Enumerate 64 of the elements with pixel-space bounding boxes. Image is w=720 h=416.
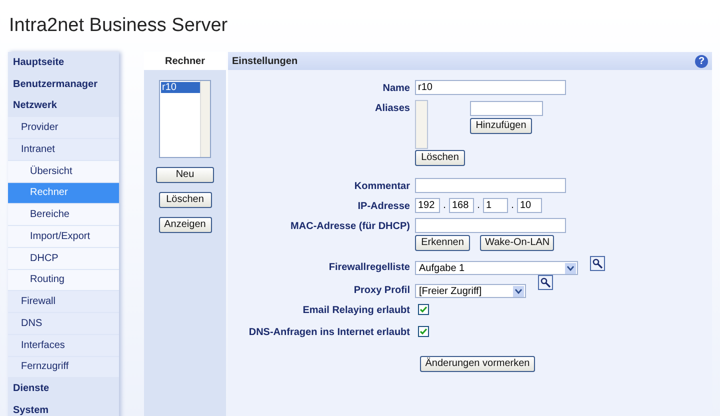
sidebar-item[interactable]: Firewall	[8, 291, 119, 312]
input-field[interactable]	[415, 218, 566, 233]
input-field[interactable]	[470, 101, 543, 116]
input-field[interactable]: r10	[415, 80, 566, 95]
field-label: IP-Adresse	[356, 200, 411, 214]
sidebar-item[interactable]: Bereiche	[8, 204, 119, 225]
sidebar-item[interactable]: System	[8, 400, 119, 416]
sidebar-item[interactable]: DHCP	[8, 248, 119, 268]
alias-list[interactable]	[415, 100, 428, 149]
button[interactable]: Änderungen vormerken	[420, 356, 535, 372]
sidebar-item[interactable]: Dienste	[8, 378, 119, 399]
sidebar-item[interactable]: Netzwerk	[8, 96, 119, 116]
sidebar-item[interactable]: Hauptseite	[8, 52, 119, 73]
list-item[interactable]: r10	[161, 82, 200, 93]
field-label: DNS-Anfragen ins Internet erlaubt	[248, 326, 411, 340]
dropdown-value: [Freier Zugriff]	[419, 284, 483, 298]
tab[interactable]: Rechner	[144, 52, 226, 70]
scrollbar[interactable]	[200, 81, 210, 157]
button[interactable]: Hinzufügen	[470, 118, 532, 134]
product-title: Intra2net Business Server	[9, 14, 228, 38]
dropdown[interactable]: [Freier Zugriff]	[415, 284, 526, 298]
input-field[interactable]: 168	[449, 198, 474, 213]
field-label: Proxy Profil	[352, 284, 411, 298]
sidebar-item[interactable]: Fernzugriff	[8, 356, 119, 378]
separator: .	[510, 199, 515, 213]
chevron-icon	[565, 262, 576, 274]
button[interactable]: Neu	[156, 167, 214, 183]
panel-title: Einstellungen	[232, 54, 299, 68]
sidebar-item[interactable]: Intranet	[8, 139, 119, 160]
help-button[interactable]: ?	[695, 54, 708, 68]
sidebar-item[interactable]: Benutzermanager	[8, 74, 119, 94]
sidebar-item[interactable]: Import/Export	[8, 226, 119, 247]
search-button[interactable]	[590, 256, 605, 271]
host-list[interactable]: r10	[159, 80, 211, 158]
button[interactable]: Löschen	[415, 150, 465, 166]
field-label: Aliases	[374, 102, 411, 116]
separator: .	[442, 199, 447, 213]
dropdown-value: Aufgabe 1	[419, 262, 466, 276]
checkbox[interactable]	[418, 326, 429, 337]
field-label: Firewallregelliste	[328, 261, 411, 275]
checkbox[interactable]	[418, 304, 429, 315]
sidebar-item[interactable]: Routing	[8, 270, 119, 290]
sidebar-item[interactable]: Provider	[8, 117, 119, 138]
button[interactable]: Erkennen	[415, 235, 470, 251]
button[interactable]: Löschen	[158, 192, 212, 208]
search-button[interactable]	[538, 275, 553, 290]
button[interactable]: Anzeigen	[158, 217, 212, 233]
field-label: Kommentar	[353, 180, 411, 194]
sidebar-item[interactable]: DNS	[8, 313, 119, 334]
separator: .	[476, 199, 481, 213]
dropdown[interactable]: Aufgabe 1	[415, 261, 578, 275]
sidebar-item[interactable]: Interfaces	[8, 334, 119, 356]
sidebar-item[interactable]: Übersicht	[8, 160, 119, 182]
input-field[interactable]: 10	[517, 198, 542, 213]
search-icon	[540, 277, 551, 288]
input-field[interactable]: 1	[483, 198, 508, 213]
input-field[interactable]: 192	[415, 198, 440, 213]
field-label: MAC-Adresse (für DHCP)	[290, 220, 411, 234]
chevron-icon	[513, 286, 524, 296]
field-label: Email Relaying erlaubt	[302, 304, 411, 318]
field-label: Name	[382, 82, 411, 96]
input-field[interactable]	[415, 178, 566, 193]
search-icon	[592, 258, 603, 269]
button[interactable]: Wake-On-LAN	[480, 235, 554, 251]
